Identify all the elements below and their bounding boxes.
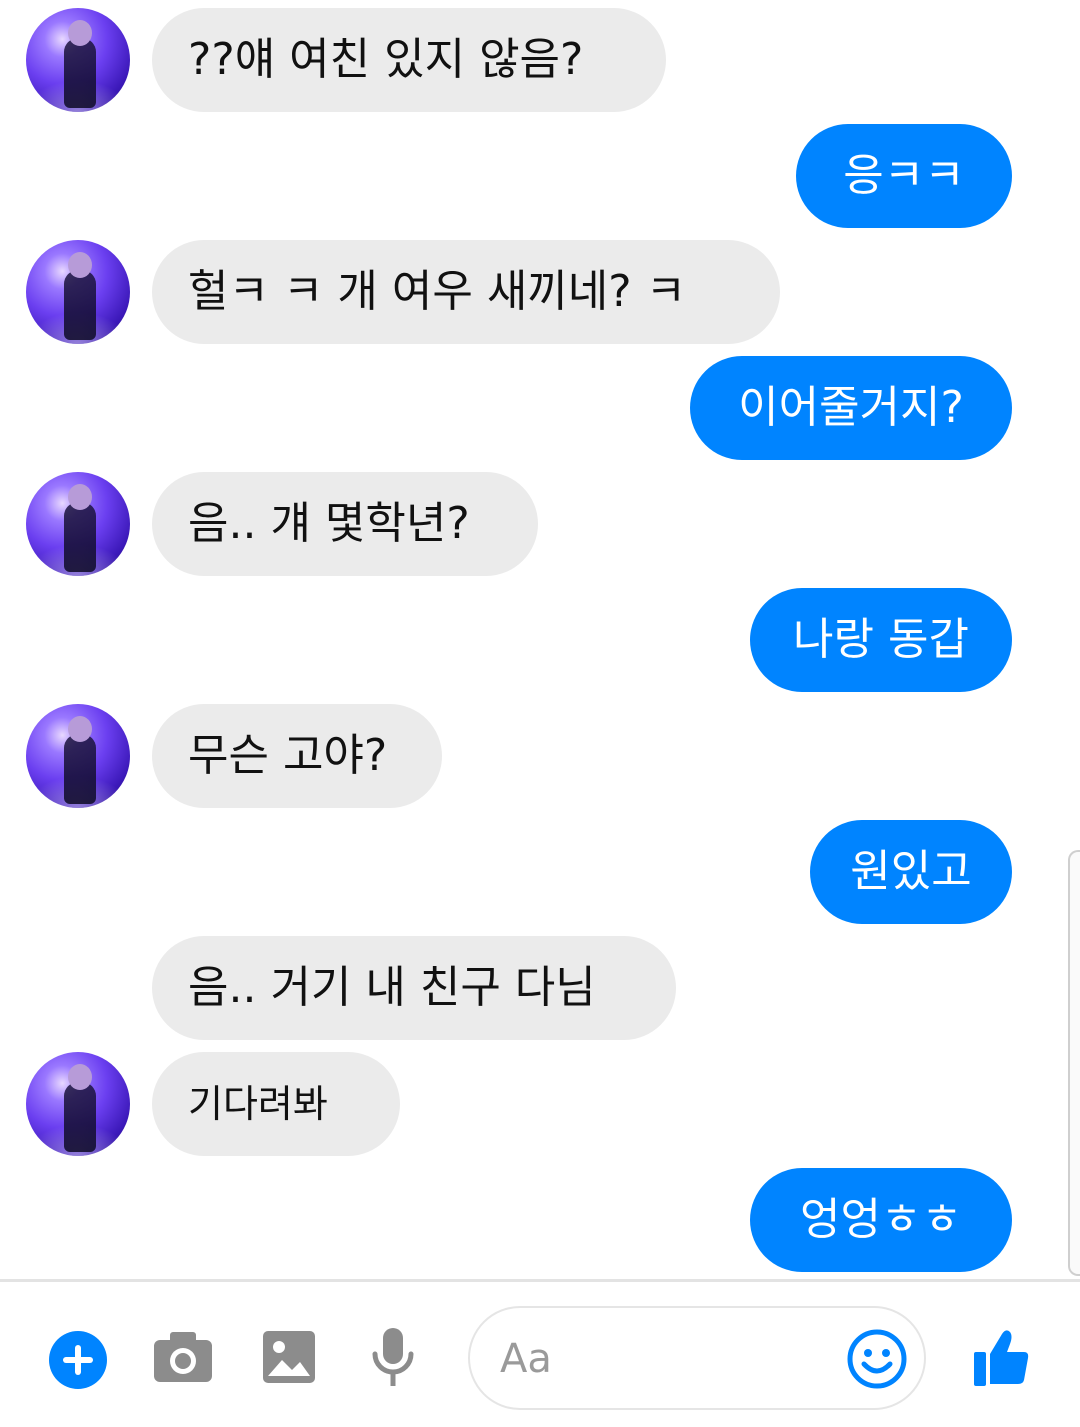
contact-avatar[interactable] <box>26 472 130 576</box>
thumbs-up-icon[interactable] <box>972 1326 1030 1388</box>
message-row-incoming: 헐ㅋ ㅋ 개 여우 새끼네? ㅋ <box>152 240 780 344</box>
outgoing-message-bubble[interactable]: 나랑 동갑 <box>750 588 1012 692</box>
scroll-handle[interactable] <box>1068 850 1080 1276</box>
message-row-incoming: 음.. 걔 몇학년? <box>152 472 538 576</box>
message-row-outgoing: 응ㅋㅋ <box>796 124 1012 228</box>
message-row-outgoing: 나랑 동갑 <box>750 588 1012 692</box>
contact-avatar[interactable] <box>26 1052 130 1156</box>
incoming-message-bubble[interactable]: ??얘 여친 있지 않음? <box>152 8 666 112</box>
incoming-message-bubble[interactable]: 헐ㅋ ㅋ 개 여우 새끼네? ㅋ <box>152 240 780 344</box>
message-row-incoming: 음.. 거기 내 친구 다님 <box>152 936 676 1040</box>
incoming-message-bubble[interactable]: 기다려봐 <box>152 1052 400 1156</box>
message-composer: Aa <box>0 1282 1080 1427</box>
contact-avatar[interactable] <box>26 8 130 112</box>
message-row-outgoing: 엉엉ㅎㅎ <box>750 1168 1012 1272</box>
incoming-message-bubble[interactable]: 무슨 고야? <box>152 704 442 808</box>
incoming-message-bubble[interactable]: 음.. 걔 몇학년? <box>152 472 538 576</box>
message-thread[interactable]: ??얘 여친 있지 않음? 응ㅋㅋ 헐ㅋ ㅋ 개 여우 새끼네? ㅋ 이어줄거지… <box>0 0 1080 1280</box>
incoming-message-bubble[interactable]: 음.. 거기 내 친구 다님 <box>152 936 676 1040</box>
outgoing-message-bubble[interactable]: 이어줄거지? <box>690 356 1012 460</box>
outgoing-message-bubble[interactable]: 응ㅋㅋ <box>796 124 1012 228</box>
message-row-outgoing: 원있고 <box>810 820 1012 924</box>
microphone-icon[interactable] <box>370 1326 416 1390</box>
image-icon[interactable] <box>262 1330 316 1384</box>
plus-circle-icon[interactable] <box>48 1330 108 1390</box>
contact-avatar[interactable] <box>26 704 130 808</box>
outgoing-message-bubble[interactable]: 원있고 <box>810 820 1012 924</box>
outgoing-message-bubble[interactable]: 엉엉ㅎㅎ <box>750 1168 1012 1272</box>
message-row-incoming: ??얘 여친 있지 않음? <box>152 8 666 112</box>
camera-icon[interactable] <box>152 1330 214 1384</box>
chat-screen: ??얘 여친 있지 않음? 응ㅋㅋ 헐ㅋ ㅋ 개 여우 새끼네? ㅋ 이어줄거지… <box>0 0 1080 1427</box>
message-input[interactable]: Aa <box>468 1306 926 1410</box>
contact-avatar[interactable] <box>26 240 130 344</box>
message-row-incoming: 무슨 고야? <box>152 704 442 808</box>
message-input-placeholder: Aa <box>500 1336 552 1382</box>
message-row-incoming: 기다려봐 <box>152 1052 400 1156</box>
message-row-outgoing: 이어줄거지? <box>690 356 1012 460</box>
smiley-icon[interactable] <box>846 1328 908 1390</box>
